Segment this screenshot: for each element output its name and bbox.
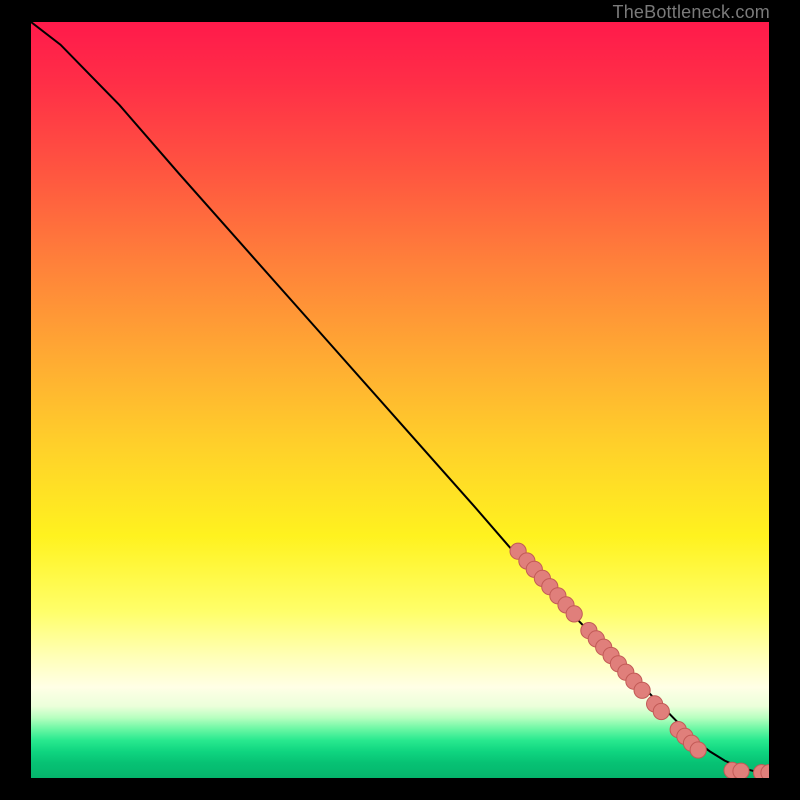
curve-line [31,22,769,773]
data-marker [634,682,650,698]
curve-svg [31,22,769,778]
data-marker [690,742,706,758]
data-marker [733,763,749,778]
chart-frame: TheBottleneck.com [0,0,800,800]
data-marker [653,703,669,719]
attribution-label: TheBottleneck.com [613,2,770,23]
data-marker [566,606,582,622]
marker-layer [510,543,769,778]
plot-area [31,22,769,778]
